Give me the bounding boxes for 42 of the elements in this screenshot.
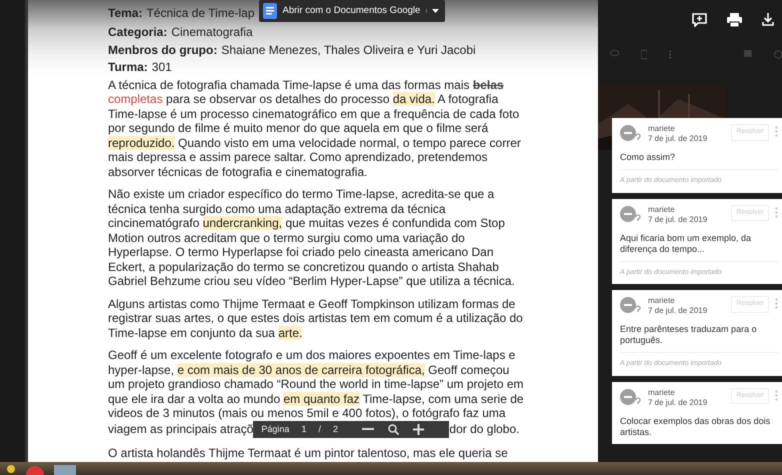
paragraph: O artista holandês Thijme Termaat é um pintor talentoso, mas ele queria se	[108, 446, 509, 460]
page-label: Página	[261, 422, 290, 436]
download-icon[interactable]	[762, 13, 774, 26]
comment-date: 7 de jul. de 2019	[648, 306, 708, 316]
comment-author: mariete	[648, 204, 676, 214]
open-with-docs-button[interactable]: Abrir com o Documentos Google	[258, 0, 446, 22]
header-line: Menbros do grupo: Shaiane Menezes, Thales Oliveira e Yuri Jacobi	[108, 42, 476, 57]
comment-author: mariete	[648, 124, 676, 134]
kebab-icon[interactable]	[775, 298, 778, 309]
page-number: 1	[301, 422, 306, 436]
caret-icon[interactable]	[432, 9, 440, 13]
avatar-icon	[620, 204, 642, 224]
header-line: Categoria: Cinematografia	[108, 25, 253, 40]
comment-author: mariete	[648, 388, 676, 398]
kebab-icon[interactable]	[775, 206, 778, 218]
paragraph: Não existe um criador específico do termo Time-lapse, acredita-se que a técnica tenha surgido como uma adaptação extrema da técnica cincinematógrafo undercranking, que muitas vezes é confundida com Stop Motion outros acreditam que o termo surgiu como uma variação do Hyperlapse. O termo Hyperlapse foi criado pelo cineasta americano Dan Eckert, a popularização do termo se concretizou quando o artista Shahab Gabriel Behzume criou seu vídeo “Berlim Hyper-Lapse” que utiliza a técnica.	[108, 187, 516, 288]
page-separator: /	[318, 422, 321, 436]
kebab-icon[interactable]	[669, 49, 672, 60]
comment-date: 7 de jul. de 2019	[648, 134, 708, 144]
comment-date: 7 de jul. de 2019	[648, 398, 708, 408]
avatar-icon	[620, 296, 642, 316]
kebab-icon[interactable]	[775, 126, 778, 137]
document-icon	[262, 3, 276, 19]
print-icon[interactable]	[727, 13, 742, 27]
add-comment-icon[interactable]	[692, 13, 707, 27]
kebab-icon[interactable]	[775, 390, 778, 400]
header-line: Turma: 301	[108, 60, 172, 74]
comment-date: 7 de jul. de 2019	[648, 214, 708, 224]
paragraph: Geoff é um excelente fotografo e um dos maiores expoentes em Time-laps e hyper-lapse, e com mais de 30 anos de carreira fotográfica, Geoff começou um projeto grandioso chamado “Round the world in time-lapse” um projeto em que ele ira dar a volta ao mundo em quanto faz Time-lapse, com uma serie de videos de 3 minutos (mais ou menos 5mil e 400 fotos), o fotógrafo faz uma viagem as principais atraçõ Página 1 / 2 dor do globo.	[108, 348, 525, 438]
comment-text: Colocar exemplos das obras dos dois artistas.	[620, 416, 772, 438]
page-total: 2	[332, 422, 338, 436]
avatar-icon	[620, 388, 642, 408]
comment-text: Aqui ficaria bom um exemplo, da diferença do tempo...	[620, 232, 752, 254]
avatar-icon	[620, 124, 642, 144]
comment-author: mariete	[648, 296, 676, 306]
zoom-icon[interactable]	[388, 424, 399, 434]
header-line: Tema: Técnica de Time-lap	[108, 6, 254, 20]
comment-text: Como assim?	[620, 152, 676, 163]
paragraph: A técnica de fotografia chamada Time-lapse é uma das formas mais belas completas para se observar os detalhes do processo da vida. A fotografia Time-lapse é um processo cinematográfico em que a frequência de cada foto por segundo de filme é muito menor do que aquela em que o filme será reproduzido. Quando visto em uma velocidade normal, o tempo parece correr mais depressa e assim parece saltar. Como aprendizado, pretendemos absorver técnicas de fotografia e cinematografia.	[108, 78, 522, 179]
comment-text: Entre parênteses traduzam para o português.	[620, 324, 758, 346]
zoom-in-icon[interactable]	[412, 424, 424, 434]
paragraph: Alguns artistas como Thijme Termaat e Geoff Tompkinson utilizam formas de registrar suas artes, o que estes dois artistas tem em comum é a utilização do Time-lapse em conjunto da sua arte.	[108, 296, 524, 340]
